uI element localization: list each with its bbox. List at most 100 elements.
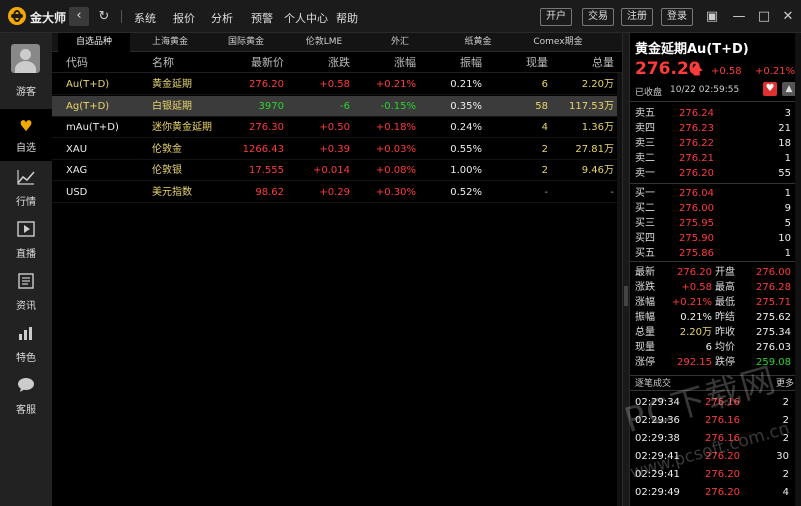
orderbook-volume: 1 — [784, 248, 791, 259]
tick-volume: 2 — [782, 397, 789, 408]
orderbook-row[interactable]: 卖四 276.23 21 — [630, 121, 801, 136]
back-button[interactable]: ‹ — [69, 7, 89, 26]
col-vol[interactable]: 现量 — [496, 53, 548, 73]
orderbook-label: 买一 — [635, 188, 655, 199]
cell-change: +0.58 — [319, 79, 350, 90]
cell-vol: 4 — [541, 122, 548, 133]
maximize-icon[interactable]: □ — [755, 8, 773, 26]
menu-help[interactable]: 帮助 — [336, 10, 358, 26]
stat-label: 昨收 — [715, 327, 735, 338]
tick-row: 02:29:41 276.20 2 — [630, 466, 801, 484]
stat-value: 275.71 — [756, 297, 791, 308]
trade-button[interactable]: 交易 — [582, 8, 614, 26]
orderbook-row[interactable]: 买四 275.90 10 — [630, 231, 801, 246]
menu-separator — [121, 10, 122, 23]
cell-change: +0.50 — [319, 122, 350, 133]
stat-label: 开盘 — [715, 267, 735, 278]
register-button[interactable]: 注册 — [621, 8, 653, 26]
nav-item-news[interactable]: 资讯 — [0, 267, 52, 319]
nav-item-watchlist[interactable]: ♥ 自选 — [0, 109, 52, 161]
tab-paper-gold[interactable]: 纸黄金 — [442, 33, 514, 52]
tick-price: 276.20 — [705, 487, 740, 498]
collapse-handle[interactable] — [624, 286, 628, 306]
refresh-button[interactable]: ↻ — [95, 7, 113, 26]
tick-row: 02:29:38 276.16 2 — [630, 430, 801, 448]
stat-value: +0.21% — [671, 297, 712, 308]
menu-system[interactable]: 系统 — [134, 10, 156, 26]
orderbook-row[interactable]: 卖三 276.22 18 — [630, 136, 801, 151]
panel-splitter[interactable] — [622, 33, 630, 506]
stat-value: +0.58 — [681, 282, 712, 293]
menu-user-center[interactable]: 个人中心 — [284, 10, 328, 26]
col-amp[interactable]: 振幅 — [430, 53, 482, 73]
user-panel[interactable]: 游客 — [0, 33, 52, 99]
tab-shanghai-gold[interactable]: 上海黄金 — [134, 33, 206, 52]
orderbook-row[interactable]: 买五 275.86 1 — [630, 246, 801, 261]
orderbook-row[interactable]: 买一 276.04 1 — [630, 186, 801, 201]
ticks-header: 逐笔成交 更多 — [630, 375, 801, 391]
col-pct[interactable]: 涨幅 — [364, 53, 416, 73]
close-icon[interactable]: ✕ — [779, 8, 797, 26]
tab-forex[interactable]: 外汇 — [364, 33, 436, 52]
tshirt-icon[interactable]: ▣ — [703, 8, 721, 26]
table-row[interactable]: mAu(T+D) 迷你黄金延期 276.30 +0.50 +0.18% 0.24% 4 1.3… — [52, 117, 622, 138]
orderbook-row[interactable]: 卖五 276.24 3 — [630, 106, 801, 121]
cell-vol: 58 — [535, 100, 548, 112]
orderbook-row[interactable]: 卖二 276.21 1 — [630, 151, 801, 166]
menu-analysis[interactable]: 分析 — [211, 10, 233, 26]
tab-intl-gold[interactable]: 国际黄金 — [210, 33, 282, 52]
quote-time: 10/22 02:59:55 — [670, 85, 740, 95]
col-last[interactable]: 最新价 — [232, 53, 284, 73]
col-total[interactable]: 总量 — [562, 53, 614, 73]
heart-icon[interactable]: ♥ — [763, 82, 777, 96]
tick-price: 276.20 — [705, 469, 740, 480]
cell-change: +0.39 — [319, 143, 350, 155]
orderbook-row[interactable]: 买三 275.95 5 — [630, 216, 801, 231]
minimize-icon[interactable]: — — [730, 8, 748, 26]
tab-london-lme[interactable]: 伦敦LME — [288, 33, 360, 52]
cell-last: 1266.43 — [242, 143, 284, 155]
orderbook-row[interactable]: 卖一 276.20 55 — [630, 166, 801, 181]
tick-volume: 2 — [782, 469, 789, 480]
table-row[interactable]: USD 美元指数 98.62 +0.29 +0.30% 0.52% - - — [52, 182, 622, 203]
right-scrollbar[interactable] — [795, 33, 801, 506]
login-button[interactable]: 登录 — [661, 8, 693, 26]
menu-alert[interactable]: 预警 — [251, 10, 273, 26]
orderbook-label: 卖五 — [635, 108, 655, 119]
bell-icon[interactable]: ▲ — [782, 82, 796, 96]
nav-item-service[interactable]: 客服 — [0, 371, 52, 423]
col-change[interactable]: 涨跌 — [298, 53, 350, 73]
orderbook-row[interactable]: 买二 276.00 9 — [630, 201, 801, 216]
cell-last: 276.20 — [249, 79, 284, 90]
orderbook-volume: 9 — [784, 203, 791, 214]
table-row[interactable]: Ag(T+D) 白银延期 3970 -6 -0.15% 0.35% 58 117.53万 — [52, 95, 622, 117]
cell-total: 1.36万 — [581, 122, 614, 133]
tick-price: 276.20 — [705, 451, 740, 462]
col-code[interactable]: 代码 — [66, 53, 88, 73]
col-name[interactable]: 名称 — [152, 53, 174, 73]
tick-volume: 4 — [782, 487, 789, 498]
tab-comex-gold[interactable]: Comex期金 — [520, 33, 596, 52]
table-row[interactable]: XAU 伦敦金 1266.43 +0.39 +0.03% 0.55% 2 27.81万 — [52, 139, 622, 160]
cell-pct: +0.21% — [375, 79, 416, 90]
nav-item-live[interactable]: 直播 — [0, 215, 52, 267]
menu-quote[interactable]: 报价 — [173, 10, 195, 26]
up-arrow-icon: 🡅 — [690, 63, 704, 78]
table-row[interactable]: XAG 伦敦银 17.555 +0.014 +0.08% 1.00% 2 9.46万 — [52, 160, 622, 181]
chevron-left-icon: ‹ — [76, 8, 82, 23]
open-account-button[interactable]: 开户 — [540, 8, 572, 26]
market-tabs: 自选品种 上海黄金 国际黄金 伦敦LME 外汇 纸黄金 Comex期金 — [52, 33, 622, 52]
avatar[interactable] — [11, 44, 40, 73]
instrument-title: 黄金延期Au(T+D) — [635, 42, 749, 57]
nav-item-market[interactable]: 行情 — [0, 163, 52, 215]
ticks-more-link[interactable]: 更多 — [776, 376, 794, 392]
nav-label: 直播 — [16, 249, 36, 260]
stat-label: 均价 — [715, 342, 735, 353]
title-bar: 金大师 ‹ ↻ 系统 报价 分析 预警 个人中心 帮助 开户 交易 注册 登录 … — [0, 0, 801, 33]
stat-label: 涨跌 — [635, 282, 655, 293]
nav-item-featured[interactable]: 特色 — [0, 319, 52, 371]
orderbook-volume: 5 — [784, 218, 791, 229]
table-row[interactable]: Au(T+D) 黄金延期 276.20 +0.58 +0.21% 0.21% 6 2.20万 — [52, 74, 622, 95]
divider — [630, 183, 801, 184]
tab-watchlist[interactable]: 自选品种 — [58, 33, 130, 52]
